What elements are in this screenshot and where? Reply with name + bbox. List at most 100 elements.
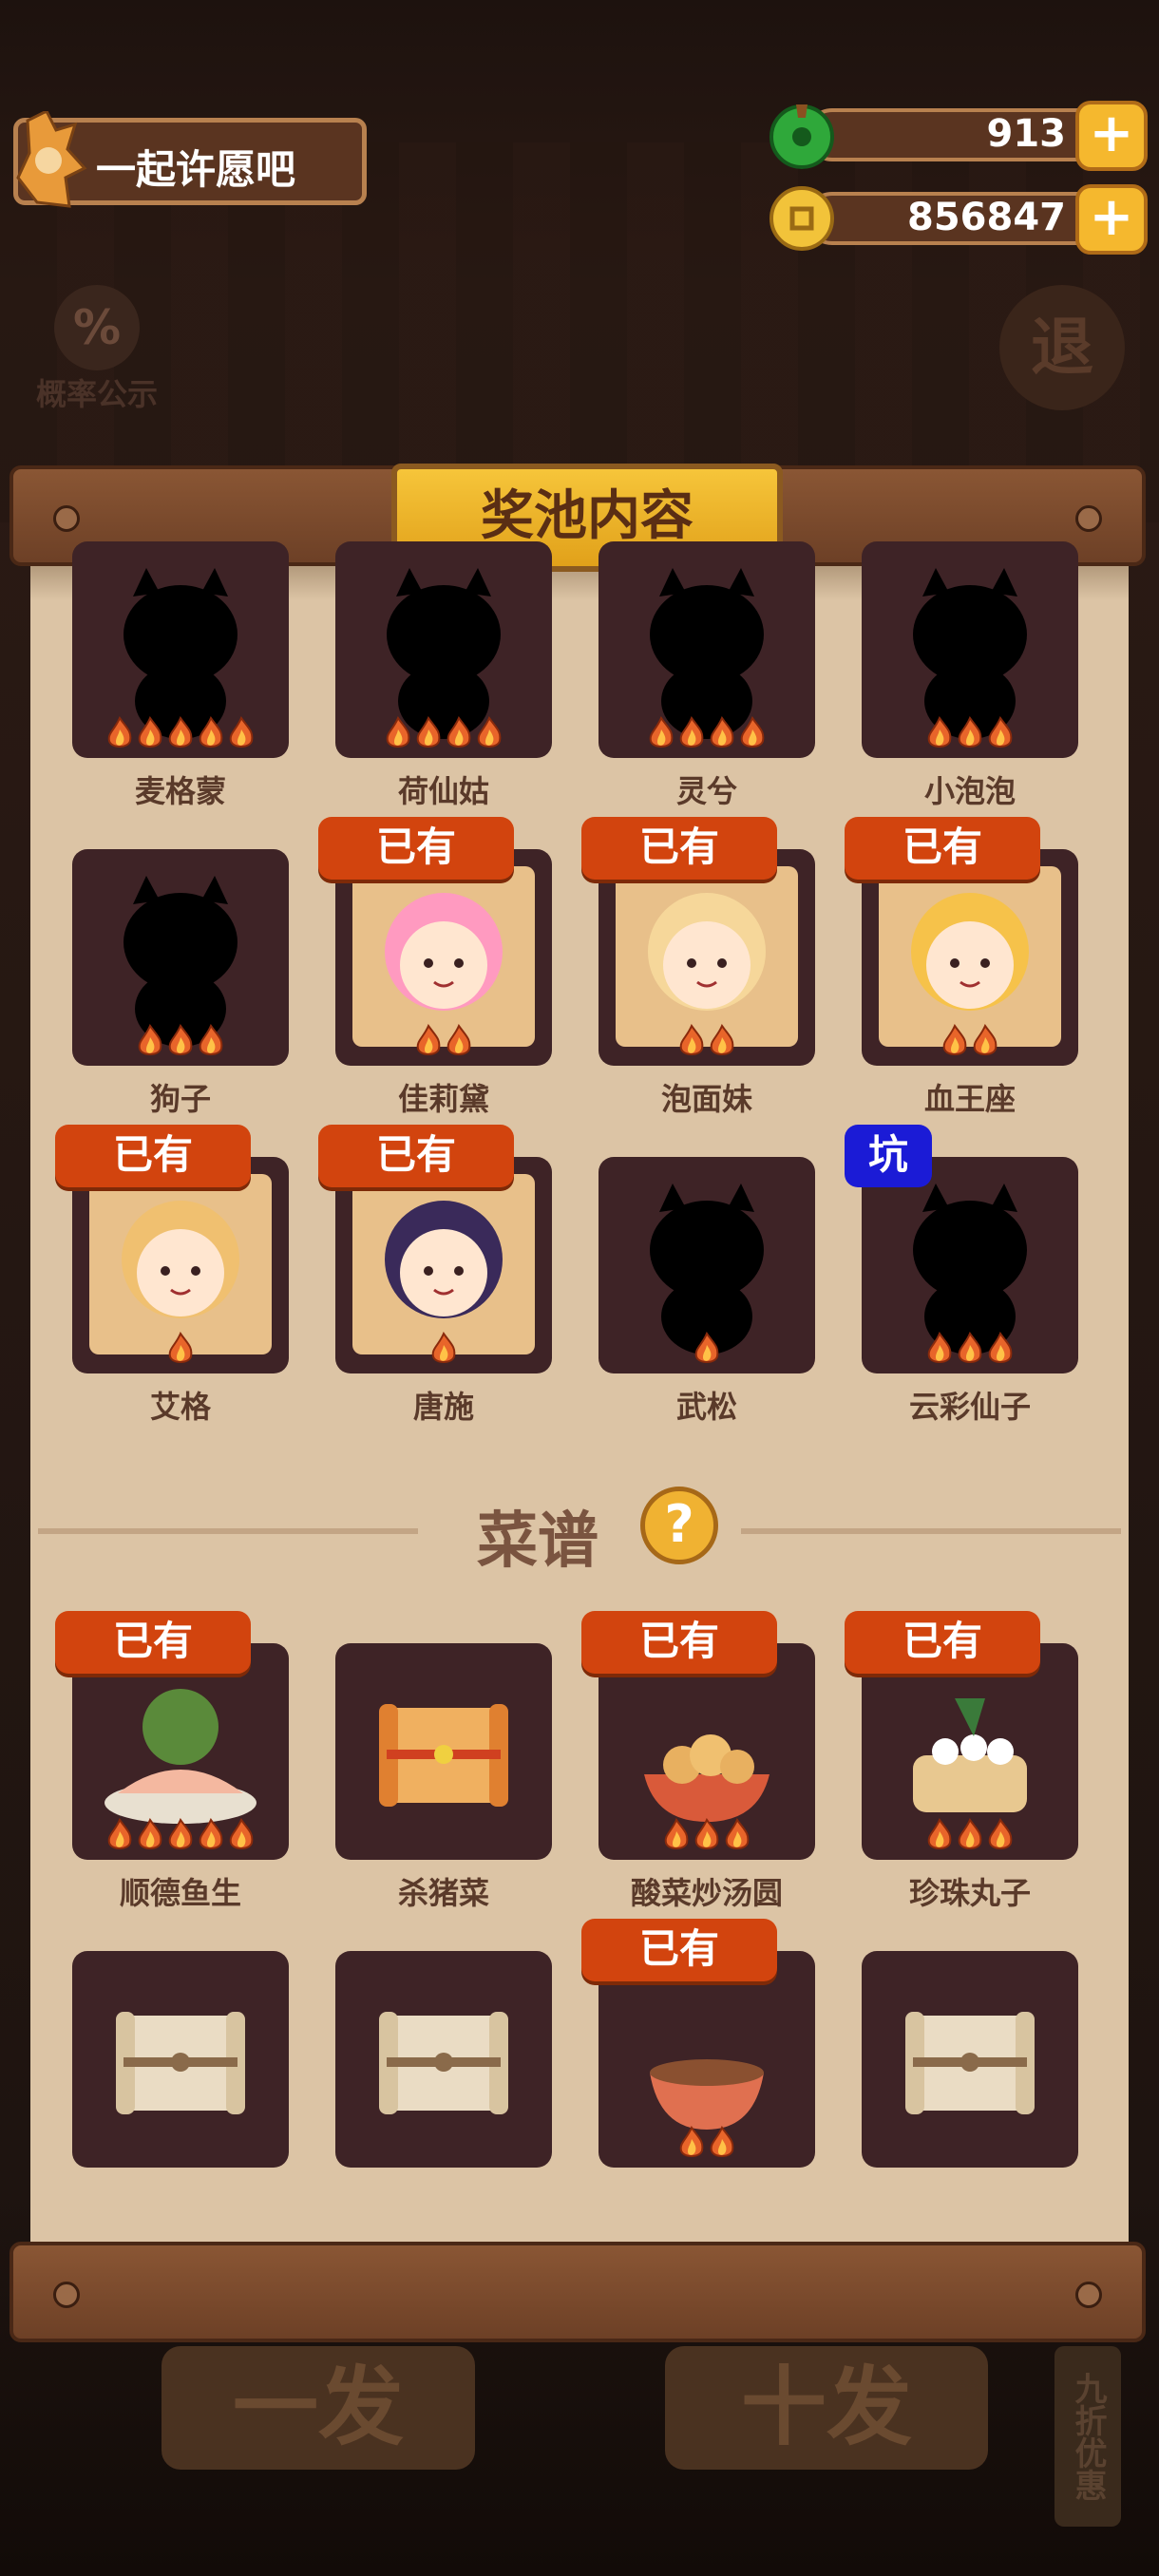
character-image (352, 1174, 535, 1354)
flame-icon (986, 1817, 1015, 1852)
owned-badge: 已有 (581, 1611, 777, 1674)
character-card[interactable] (335, 849, 552, 1066)
event-title-chip[interactable]: 一起许愿吧 (13, 111, 367, 208)
rarity-flames (335, 715, 552, 754)
owned-badge: 已有 (845, 817, 1040, 880)
flame-icon (197, 1817, 225, 1852)
recipe-image (352, 1660, 535, 1841)
character-card[interactable] (862, 1157, 1078, 1373)
flame-icon (925, 1817, 954, 1852)
character-image (89, 559, 272, 739)
help-icon[interactable]: ? (640, 1487, 718, 1564)
divider (38, 1528, 418, 1534)
rarity-flames (598, 1331, 815, 1370)
recipe-name: 珍珠丸子 (908, 1875, 1031, 1911)
character-name: 云彩仙子 (908, 1389, 1031, 1425)
flame-icon (166, 1023, 195, 1058)
character-image (89, 1174, 272, 1354)
recipe-card[interactable] (862, 1643, 1078, 1860)
recipe-image (616, 1968, 798, 2149)
flame-icon (693, 1331, 721, 1366)
flame-icon (136, 715, 164, 750)
character-card[interactable] (72, 1157, 289, 1373)
recipe-section-header: 菜谱 ? (30, 1477, 1129, 1582)
discount-badge: 九折优惠 (1054, 2346, 1121, 2527)
wish-character-icon (16, 111, 87, 208)
add-coin-button[interactable]: + (1075, 184, 1148, 255)
draw-ten-button[interactable]: 十发 (665, 2346, 988, 2470)
recipe-image (89, 1660, 272, 1841)
character-card[interactable] (72, 849, 289, 1066)
rarity-flames (335, 1331, 552, 1370)
flame-icon (166, 1331, 195, 1366)
flame-icon (677, 1023, 706, 1058)
flame-icon (414, 715, 443, 750)
flame-icon (986, 715, 1015, 750)
character-image (352, 559, 535, 739)
rarity-flames (72, 1023, 289, 1062)
character-image (352, 866, 535, 1047)
recipe-card[interactable] (598, 1951, 815, 2168)
character-name: 狗子 (149, 1081, 211, 1117)
exit-button[interactable]: 退 (999, 285, 1125, 410)
rarity-flames (72, 715, 289, 754)
flame-icon (971, 1023, 999, 1058)
flame-icon (429, 1331, 458, 1366)
recipe-image (616, 1660, 798, 1841)
add-jade-button[interactable]: + (1075, 101, 1148, 171)
recipe-card[interactable] (72, 1643, 289, 1860)
owned-badge: 已有 (318, 1125, 514, 1187)
owned-badge: 已有 (581, 1919, 777, 1981)
flame-icon (708, 2125, 736, 2160)
rarity-flames (72, 1331, 289, 1370)
character-card[interactable] (72, 541, 289, 758)
character-name: 佳莉黛 (397, 1081, 489, 1117)
divider (741, 1528, 1121, 1534)
flame-icon (475, 715, 504, 750)
probability-button[interactable]: % 概率公示 (21, 285, 173, 418)
recipe-card[interactable] (335, 1643, 552, 1860)
flame-icon (445, 1023, 473, 1058)
owned-badge: 已有 (55, 1125, 251, 1187)
flame-icon (166, 1817, 195, 1852)
rarity-flames (598, 1817, 815, 1856)
character-name: 武松 (675, 1389, 737, 1425)
flame-icon (227, 715, 256, 750)
rarity-flames (598, 1023, 815, 1062)
character-card[interactable] (598, 541, 815, 758)
nail-icon (1075, 505, 1102, 532)
flame-icon (197, 715, 225, 750)
draw-one-button[interactable]: 一发 (162, 2346, 475, 2470)
flame-icon (956, 715, 984, 750)
flame-icon (166, 715, 195, 750)
character-name: 血王座 (923, 1081, 1016, 1117)
flame-icon (723, 1817, 751, 1852)
recipe-card[interactable] (598, 1643, 815, 1860)
character-card[interactable] (862, 541, 1078, 758)
recipe-name: 顺德鱼生 (119, 1875, 241, 1911)
owned-badge: 已有 (581, 817, 777, 880)
flame-icon (197, 1023, 225, 1058)
rarity-flames (862, 1331, 1078, 1370)
character-card[interactable] (335, 1157, 552, 1373)
recipe-card[interactable] (72, 1951, 289, 2168)
flame-icon (708, 1023, 736, 1058)
character-name: 艾格 (149, 1389, 211, 1425)
coin-icon (770, 186, 834, 251)
character-card[interactable] (862, 849, 1078, 1066)
rarity-flames (862, 1817, 1078, 1856)
character-card[interactable] (598, 1157, 815, 1373)
character-image (616, 1174, 798, 1354)
recipe-card[interactable] (335, 1951, 552, 2168)
flame-icon (105, 1817, 134, 1852)
character-name: 泡面妹 (660, 1081, 752, 1117)
recipe-image (89, 1968, 272, 2149)
flame-icon (662, 1817, 691, 1852)
character-card[interactable] (335, 541, 552, 758)
panel-bottom-rod (10, 2242, 1146, 2342)
character-card[interactable] (598, 849, 815, 1066)
jade-icon (770, 104, 834, 169)
rarity-flames (72, 1817, 289, 1856)
recipe-card[interactable] (862, 1951, 1078, 2168)
event-title: 一起许愿吧 (96, 146, 296, 193)
